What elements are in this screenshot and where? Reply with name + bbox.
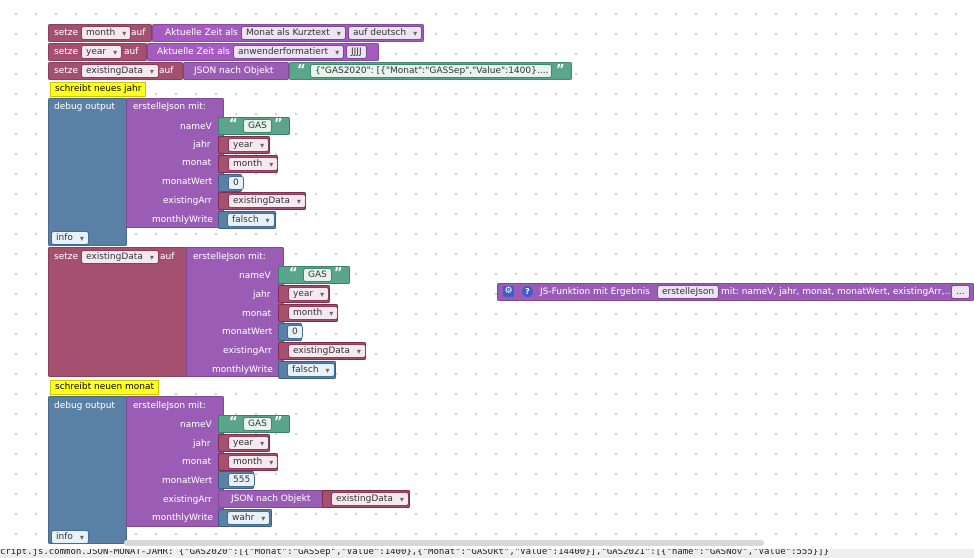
language-dropdown[interactable]: auf deutsch <box>348 26 423 40</box>
monat-var-dropdown[interactable]: month <box>288 306 339 320</box>
json-to-object-label: JSON nach Objekt <box>231 494 311 504</box>
function-name-field[interactable]: erstelleJson <box>657 285 720 299</box>
comment-new-month[interactable]: schreibt neuen monat <box>50 380 160 395</box>
debug-output-block-2[interactable] <box>48 396 127 544</box>
param-monthlywrite-label: monthlyWrite <box>152 215 213 225</box>
help-icon[interactable]: ? <box>522 286 533 297</box>
monthlywrite-bool-dropdown[interactable]: falsch <box>227 213 275 227</box>
close-quote-icon: ” <box>274 415 283 430</box>
gear-icon[interactable]: ⚙ <box>503 286 514 297</box>
setze-label: setze <box>54 28 79 38</box>
param-jahr-label: jahr <box>193 140 211 150</box>
param-jahr-label: jahr <box>193 439 211 449</box>
param-monat-label: monat <box>182 158 212 168</box>
debug-output-block-1[interactable] <box>48 98 127 246</box>
namev-text-field[interactable]: GAS <box>243 119 272 133</box>
monatwert-number-field[interactable]: 555 <box>228 473 256 487</box>
time-format-dropdown[interactable]: Monat als Kurztext <box>241 26 346 40</box>
monthlywrite-bool-dropdown[interactable]: wahr <box>227 511 271 525</box>
param-monatwert-label: monatWert <box>162 177 213 187</box>
setze-label: setze <box>54 47 79 57</box>
json-to-object-label: JSON nach Objekt <box>194 66 274 76</box>
json-text-field[interactable]: {"GAS2020": [{"Monat":"GASSep","Value":1… <box>310 64 552 78</box>
set-existingdata-block-2[interactable] <box>48 247 188 377</box>
close-quote-icon: ” <box>274 117 283 132</box>
setze-label: setze <box>54 252 79 262</box>
horizontal-scrollbar-thumb[interactable] <box>124 540 764 546</box>
open-quote-icon: “ <box>289 266 298 281</box>
jahr-var-dropdown[interactable]: year <box>228 436 270 450</box>
existingarr-var-dropdown[interactable]: existingData <box>331 492 409 506</box>
year-var-dropdown[interactable]: year <box>81 45 123 59</box>
existingdata-var-dropdown[interactable]: existingData <box>81 250 159 264</box>
auf-label: auf <box>124 47 139 57</box>
open-quote-icon: “ <box>229 117 238 132</box>
param-monatwert-label: monatWert <box>162 476 213 486</box>
existingarr-var-dropdown[interactable]: existingData <box>228 194 306 208</box>
current-time-label: Aktuelle Zeit als <box>165 28 238 38</box>
debug-output-label: debug output <box>54 401 115 411</box>
monat-var-dropdown[interactable]: month <box>228 157 279 171</box>
param-monat-label: monat <box>242 309 272 319</box>
expand-more-button[interactable]: ... <box>951 285 970 299</box>
open-quote-icon: “ <box>229 415 238 430</box>
param-monat-label: monat <box>182 457 212 467</box>
js-function-label: JS-Funktion mit Ergebnis <box>540 287 650 297</box>
param-monthlywrite-label: monthlyWrite <box>212 365 273 375</box>
param-existingarr-label: existingArr <box>223 346 272 356</box>
current-time-label: Aktuelle Zeit als <box>157 47 230 57</box>
auf-label: auf <box>160 252 175 262</box>
comment-new-year[interactable]: schreibt neues jahr <box>50 82 147 97</box>
jahr-var-dropdown[interactable]: year <box>288 287 330 301</box>
monthlywrite-bool-dropdown[interactable]: falsch <box>287 363 335 377</box>
function-params-label: mit: nameV, jahr, monat, monatWert, exis… <box>721 287 954 297</box>
param-monthlywrite-label: monthlyWrite <box>152 513 213 523</box>
auf-label: auf <box>131 28 146 38</box>
close-quote-icon: ” <box>334 266 343 281</box>
param-namev-label: nameV <box>239 271 271 281</box>
erstellejson-label: erstelleJson mit: <box>193 252 266 262</box>
date-pattern-field[interactable]: JJJJ <box>346 45 367 59</box>
erstellejson-label: erstelleJson mit: <box>133 401 206 411</box>
monat-var-dropdown[interactable]: month <box>228 455 279 469</box>
time-format-dropdown[interactable]: anwenderformatiert <box>233 45 345 59</box>
log-output-text: cript.js.common.JSON-MONAT-JAHR: {"GAS20… <box>0 549 830 557</box>
param-existingarr-label: existingArr <box>163 495 212 505</box>
log-output-bar: cript.js.common.JSON-MONAT-JAHR: {"GAS20… <box>0 549 974 558</box>
existingdata-var-dropdown[interactable]: existingData <box>81 64 159 78</box>
param-existingarr-label: existingArr <box>163 196 212 206</box>
param-namev-label: nameV <box>180 420 212 430</box>
param-jahr-label: jahr <box>253 290 271 300</box>
auf-label: auf <box>159 66 174 76</box>
jahr-var-dropdown[interactable]: year <box>228 138 270 152</box>
setze-label: setze <box>54 66 79 76</box>
erstellejson-label: erstelleJson mit: <box>133 102 206 112</box>
param-monatwert-label: monatWert <box>222 327 273 337</box>
param-namev-label: nameV <box>180 122 212 132</box>
close-quote-icon: ” <box>556 63 565 78</box>
namev-text-field[interactable]: GAS <box>303 268 332 282</box>
log-level-dropdown[interactable]: info <box>51 231 89 245</box>
monatwert-number-field[interactable]: 0 <box>287 325 303 339</box>
month-var-dropdown[interactable]: month <box>81 26 132 40</box>
monatwert-number-field[interactable]: 0 <box>228 176 244 190</box>
namev-text-field[interactable]: GAS <box>243 417 272 431</box>
open-quote-icon: “ <box>297 63 306 78</box>
debug-output-label: debug output <box>54 102 115 112</box>
existingarr-var-dropdown[interactable]: existingData <box>288 344 366 358</box>
